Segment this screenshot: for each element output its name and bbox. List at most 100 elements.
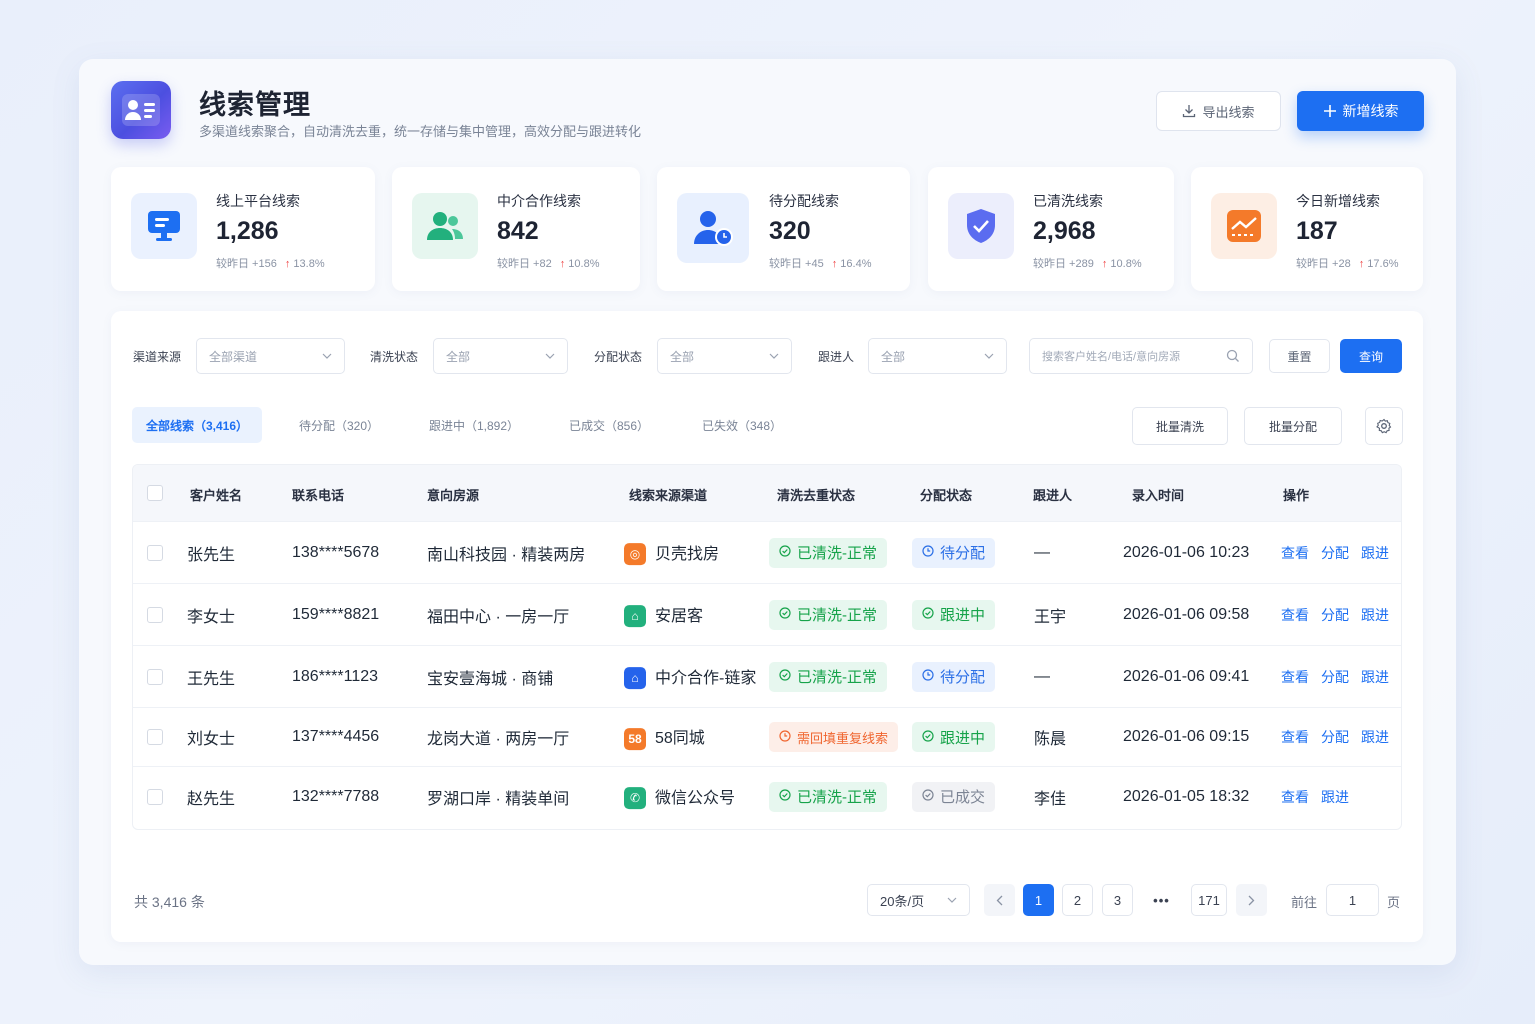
row-op-0-link[interactable]: 查看 bbox=[1281, 789, 1309, 805]
query-button[interactable]: 查询 bbox=[1340, 339, 1402, 373]
table-row[interactable]: 李女士 159****8821 福田中心 · 一房一厅 ⌂ 安居客 已清洗-正常 … bbox=[133, 583, 1401, 645]
status-icon bbox=[922, 668, 934, 685]
status-icon bbox=[922, 729, 934, 746]
filter-clean-label: 清洗状态 bbox=[370, 350, 419, 364]
customer-name: 王先生 bbox=[187, 670, 236, 688]
status-icon bbox=[779, 668, 791, 685]
row-op-2-link[interactable]: 跟进 bbox=[1361, 545, 1389, 561]
page-ellipsis[interactable]: ••• bbox=[1146, 884, 1177, 916]
row-op-1-link[interactable]: 跟进 bbox=[1321, 789, 1349, 805]
filter-clean-select[interactable]: 全部 bbox=[433, 338, 568, 374]
house: 龙岗大道 · 两房一厅 bbox=[427, 731, 570, 748]
filter-follower-select[interactable]: 全部 bbox=[868, 338, 1007, 374]
tab-invalid[interactable]: 已失效（348） bbox=[702, 407, 782, 443]
filter-assign-select[interactable]: 全部 bbox=[657, 338, 792, 374]
page-1[interactable]: 1 bbox=[1023, 884, 1054, 916]
shield-check-icon bbox=[948, 193, 1014, 259]
row-op-0-link[interactable]: 查看 bbox=[1281, 729, 1309, 745]
channel-logo-icon: ✆ bbox=[624, 787, 646, 810]
row-op-1-link[interactable]: 分配 bbox=[1321, 545, 1349, 561]
row-op-2-link[interactable]: 跟进 bbox=[1361, 669, 1389, 685]
export-leads-label: 导出线索 bbox=[1202, 104, 1255, 120]
status-icon bbox=[779, 788, 791, 805]
stat-card-pending: 待分配线索 320 较昨日 +45 ↑ 16.4% bbox=[657, 167, 910, 291]
row-checkbox[interactable] bbox=[147, 788, 163, 805]
row-op-0-link[interactable]: 查看 bbox=[1281, 669, 1309, 685]
phone: 186****1123 bbox=[292, 667, 379, 685]
col-follower: 跟进人 bbox=[1033, 488, 1073, 503]
channel-logo-icon: 58 bbox=[624, 727, 646, 750]
assign-status-badge: 跟进中 bbox=[912, 722, 996, 752]
status-icon bbox=[779, 606, 791, 623]
row-actions: 查看 分配 跟进 bbox=[1281, 667, 1401, 687]
channel: 58 58同城 bbox=[624, 724, 705, 750]
page-2[interactable]: 2 bbox=[1062, 884, 1093, 916]
row-op-1-link[interactable]: 分配 bbox=[1321, 669, 1349, 685]
entry-time: 2026-01-06 10:23 bbox=[1123, 543, 1250, 561]
prev-page-button[interactable] bbox=[984, 884, 1015, 916]
add-lead-button[interactable]: 新增线索 bbox=[1297, 91, 1424, 131]
clean-status: 已清洗-正常 bbox=[769, 599, 887, 630]
page-title: 线索管理 bbox=[199, 90, 311, 120]
trend-chart-icon bbox=[1211, 193, 1277, 259]
row-op-1-link[interactable]: 分配 bbox=[1321, 729, 1349, 745]
col-phone: 联系电话 bbox=[292, 488, 345, 503]
tab-all[interactable]: 全部线索（3,416） bbox=[132, 407, 263, 443]
row-op-1-link[interactable]: 分配 bbox=[1321, 607, 1349, 623]
tab-following[interactable]: 跟进中（1,892） bbox=[429, 407, 519, 443]
tab-pending[interactable]: 待分配（320） bbox=[299, 407, 379, 443]
page-last[interactable]: 171 bbox=[1191, 884, 1227, 916]
tab-closed[interactable]: 已成交（856） bbox=[569, 407, 649, 443]
chevron-right-icon bbox=[1248, 895, 1255, 905]
table-row[interactable]: 赵先生 132****7788 罗湖口岸 · 精装单间 ✆ 微信公众号 已清洗-正… bbox=[133, 766, 1401, 826]
row-checkbox[interactable] bbox=[147, 606, 163, 623]
app-window: 线索管理 多渠道线索聚合，自动清洗去重，统一存储与集中管理，高效分配与跟进转化 … bbox=[79, 59, 1456, 965]
row-checkbox[interactable] bbox=[147, 729, 163, 745]
filter-channel-select[interactable]: 全部渠道 bbox=[196, 338, 345, 374]
leads-panel: 渠道来源 全部渠道 清洗状态 全部 分配状态 全部 跟进人 全部 搜索客户姓名/… bbox=[111, 311, 1423, 942]
assign-status: 待分配 bbox=[912, 537, 996, 568]
batch-clean-button[interactable]: 批量清洗 bbox=[1132, 407, 1228, 445]
reset-button[interactable]: 重置 bbox=[1269, 339, 1330, 373]
page-3[interactable]: 3 bbox=[1102, 884, 1133, 916]
filter-follower-label: 跟进人 bbox=[818, 350, 855, 364]
table-row[interactable]: 刘女士 137****4456 龙岗大道 · 两房一厅 58 58同城 需回填重复… bbox=[133, 707, 1401, 766]
clean-status: 已清洗-正常 bbox=[769, 781, 887, 812]
status-icon bbox=[922, 788, 934, 805]
chevron-down-icon bbox=[545, 353, 555, 359]
app-logo-icon bbox=[111, 81, 171, 139]
next-page-button[interactable] bbox=[1236, 884, 1267, 916]
add-lead-label: 新增线索 bbox=[1342, 103, 1399, 119]
clean-status-badge: 已清洗-正常 bbox=[769, 599, 887, 630]
channel-name: 贝壳找房 bbox=[655, 545, 720, 563]
page-size-select[interactable]: 20条/页 bbox=[867, 884, 970, 916]
row-checkbox[interactable] bbox=[147, 668, 163, 685]
settings-button[interactable] bbox=[1365, 407, 1403, 445]
table-row[interactable]: 张先生 138****5678 南山科技园 · 精装两房 ◎ 贝壳找房 已清洗-正… bbox=[133, 521, 1401, 583]
clean-status-badge: 已清洗-正常 bbox=[769, 781, 887, 812]
leads-table: 客户姓名 联系电话 意向房源 线索来源渠道 清洗去重状态 分配状态 跟进人 录入… bbox=[132, 464, 1402, 830]
table-row[interactable]: 王先生 186****1123 宝安壹海城 · 商铺 ⌂ 中介合作-链家 已清洗-… bbox=[133, 645, 1401, 707]
search-input[interactable]: 搜索客户姓名/电话/意向房源 bbox=[1029, 338, 1253, 374]
user-clock-icon bbox=[677, 193, 749, 263]
row-checkbox[interactable] bbox=[147, 544, 163, 561]
row-op-0-link[interactable]: 查看 bbox=[1281, 607, 1309, 623]
search-icon bbox=[1226, 349, 1239, 362]
assign-status: 跟进中 bbox=[912, 722, 996, 752]
select-all-checkbox[interactable] bbox=[147, 485, 163, 501]
phone: 138****5678 bbox=[292, 543, 380, 561]
stat-label: 中介合作线索 bbox=[497, 193, 581, 209]
monitor-icon bbox=[131, 193, 197, 259]
export-leads-button[interactable]: 导出线索 bbox=[1156, 91, 1281, 131]
house: 宝安壹海城 · 商铺 bbox=[427, 670, 554, 688]
stat-card-online: 线上平台线索 1,286 较昨日 +156 ↑ 13.8% bbox=[111, 167, 375, 291]
goto-page-input[interactable]: 1 bbox=[1326, 884, 1379, 916]
follower: 王宇 bbox=[1034, 608, 1067, 626]
assign-status: 已成交 bbox=[912, 781, 996, 812]
row-op-2-link[interactable]: 跟进 bbox=[1361, 729, 1389, 745]
table-header: 客户姓名 联系电话 意向房源 线索来源渠道 清洗去重状态 分配状态 跟进人 录入… bbox=[133, 465, 1401, 521]
row-op-2-link[interactable]: 跟进 bbox=[1361, 607, 1389, 623]
batch-assign-button[interactable]: 批量分配 bbox=[1244, 407, 1342, 445]
follower: 李佳 bbox=[1034, 790, 1067, 808]
row-op-0-link[interactable]: 查看 bbox=[1281, 545, 1309, 561]
